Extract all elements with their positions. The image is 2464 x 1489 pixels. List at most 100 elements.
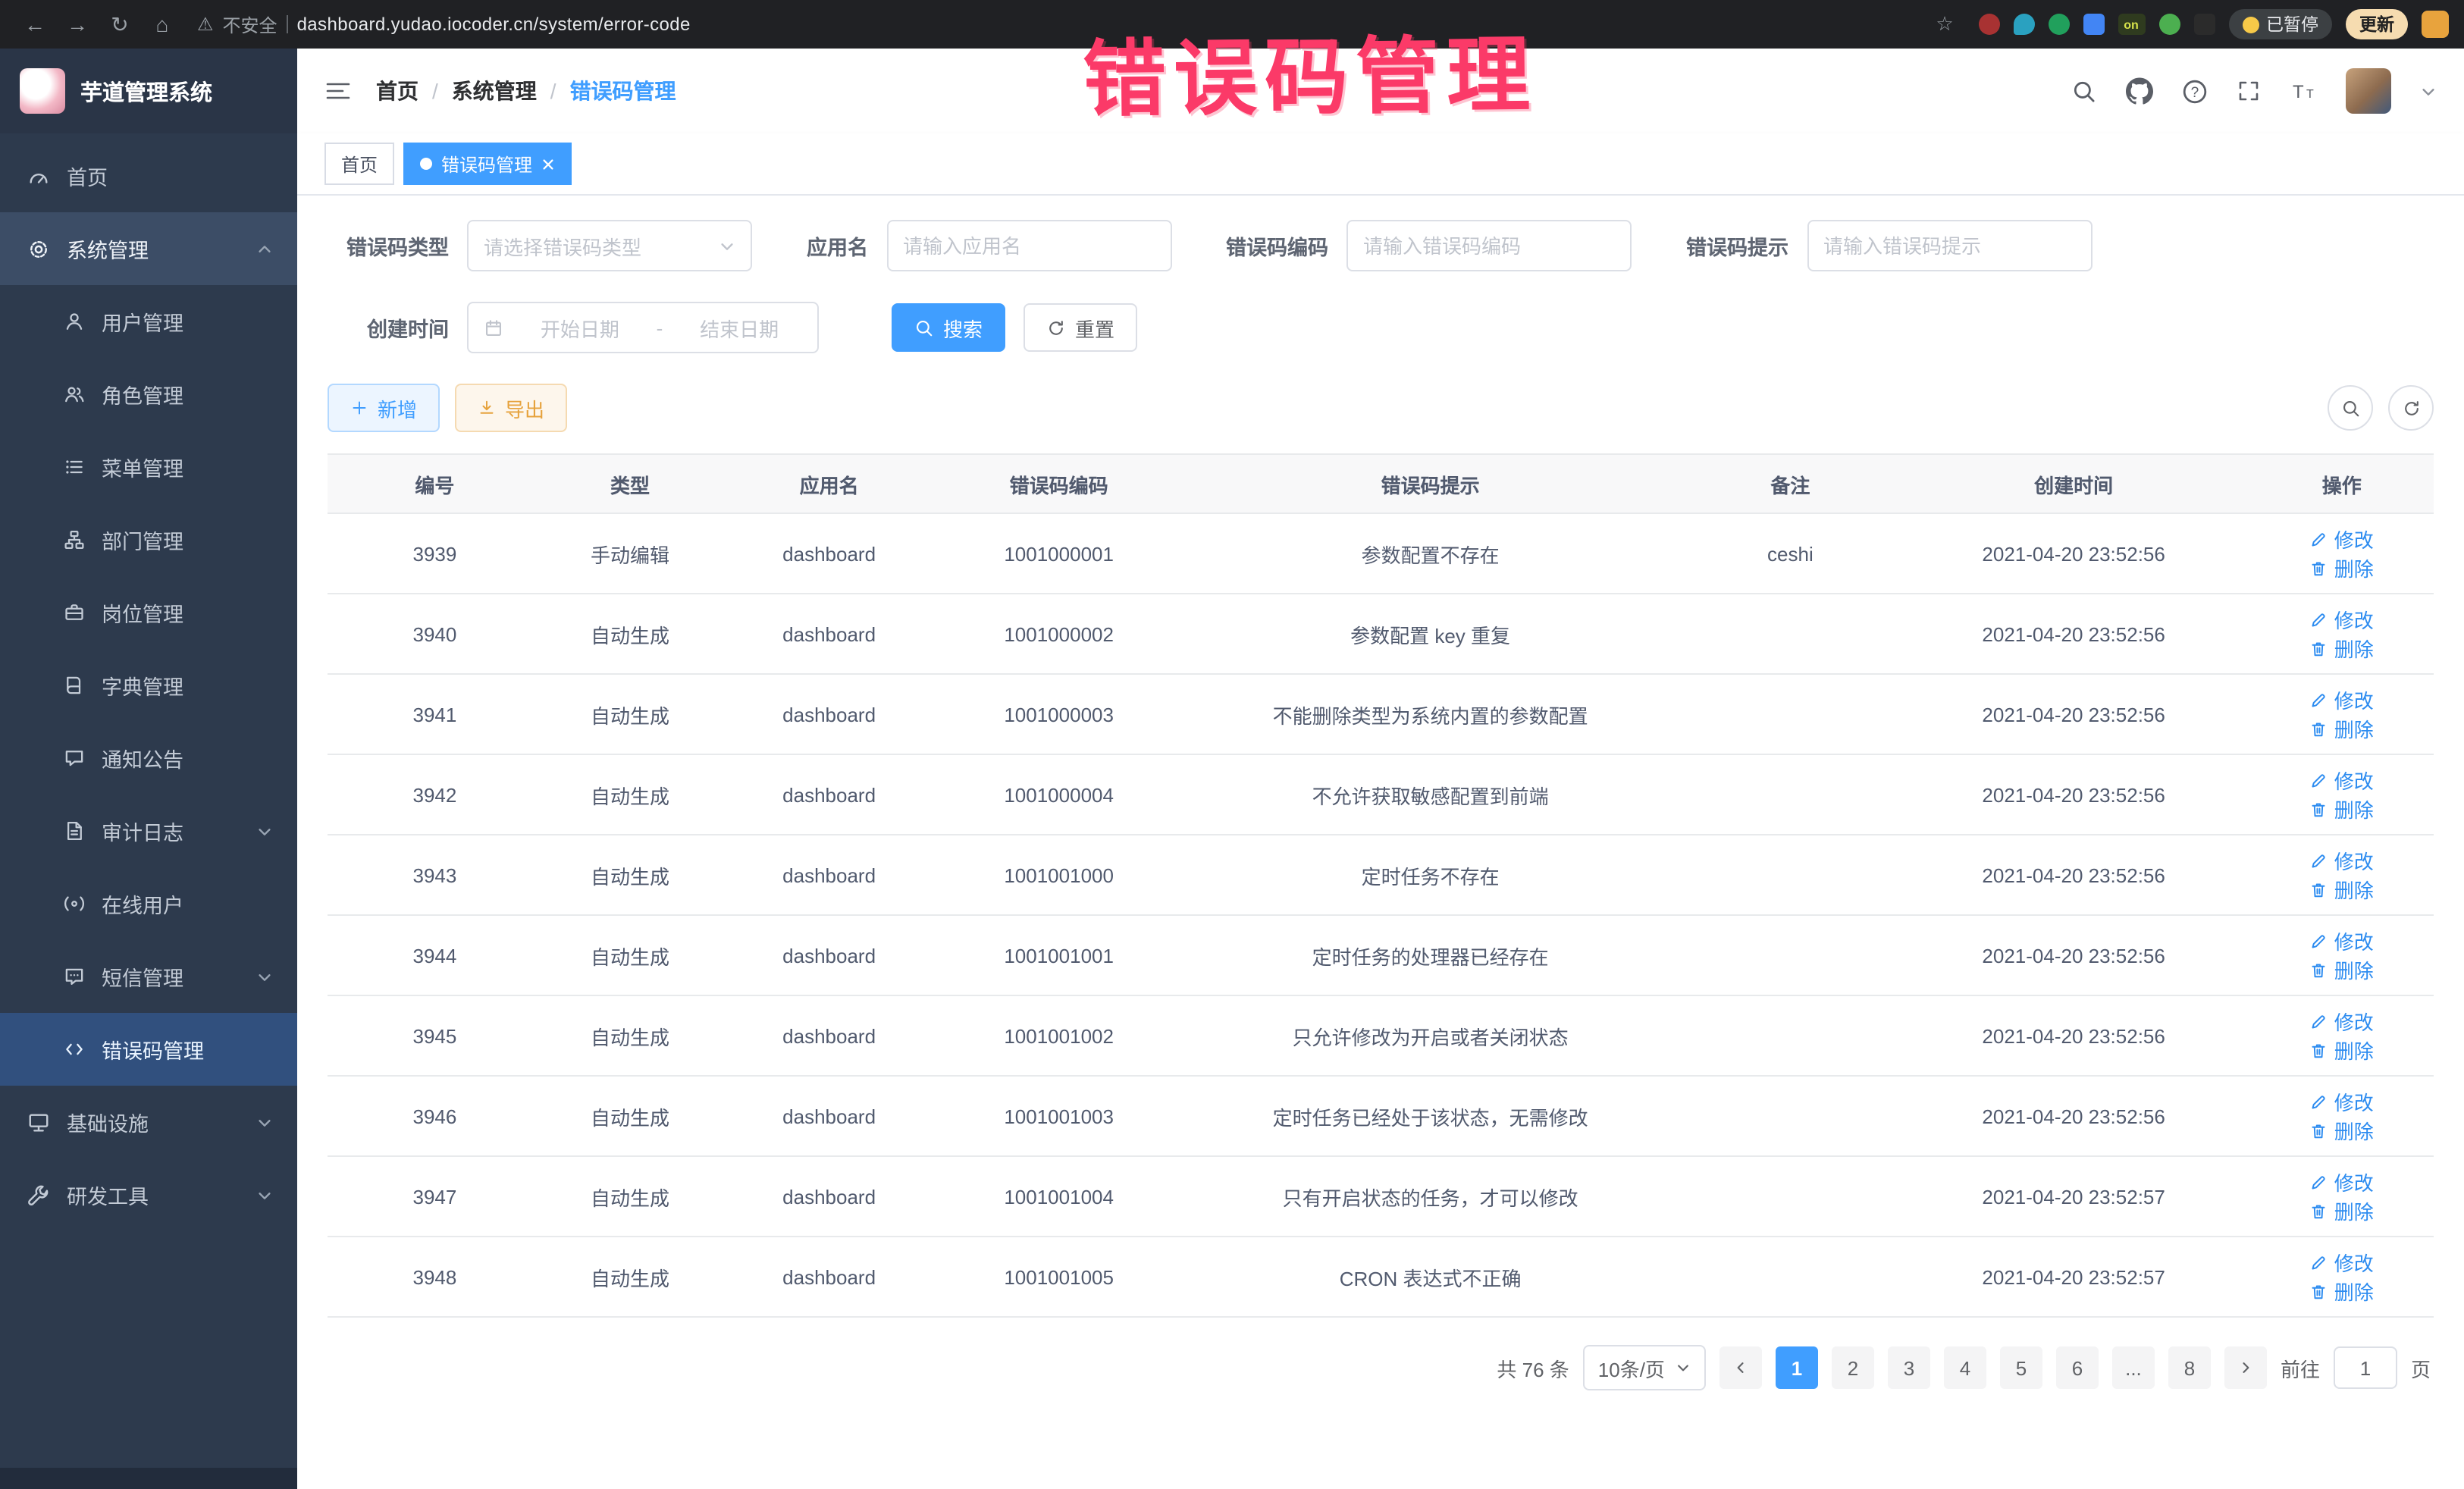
tab-home[interactable]: 首页 (324, 143, 394, 185)
add-button[interactable]: 新增 (328, 384, 440, 432)
extension-icon-2[interactable] (2013, 14, 2034, 35)
export-button[interactable]: 导出 (455, 384, 567, 432)
sidebar-item-dept-management[interactable]: 部门管理 (0, 503, 297, 576)
sidebar-collapse-bar[interactable] (0, 1468, 297, 1489)
forward-icon[interactable]: → (58, 12, 97, 36)
user-avatar[interactable] (2346, 68, 2391, 114)
extension-icon-3[interactable] (2048, 14, 2069, 35)
extension-icon-1[interactable] (1978, 14, 1999, 35)
sidebar-item-post-management[interactable]: 岗位管理 (0, 576, 297, 649)
close-icon[interactable] (541, 157, 555, 171)
app-logo[interactable]: 芋道管理系统 (0, 49, 297, 133)
address-bar[interactable]: ⚠ 不安全 dashboard.yudao.iocoder.cn/system/… (197, 11, 691, 37)
breadcrumb-system[interactable]: 系统管理 (432, 76, 537, 106)
page-button[interactable]: 8 (2168, 1346, 2211, 1389)
edit-link[interactable]: 修改 (2310, 1248, 2374, 1277)
sidebar-item-devtools[interactable]: 研发工具 (0, 1158, 297, 1231)
sidebar-item-system[interactable]: 系统管理 (0, 212, 297, 285)
error-hint-label: 错误码提示 (1686, 230, 1788, 261)
browser-home-icon[interactable]: ⌂ (143, 12, 182, 36)
github-icon[interactable] (2126, 77, 2153, 105)
help-icon[interactable]: ? (2182, 78, 2208, 104)
sidebar-item-role-management[interactable]: 角色管理 (0, 358, 297, 431)
edit-link[interactable]: 修改 (2310, 846, 2374, 875)
edit-link[interactable]: 修改 (2310, 1007, 2374, 1036)
server-icon (27, 1111, 50, 1133)
prev-page-button[interactable] (1719, 1346, 1762, 1389)
edit-link[interactable]: 修改 (2310, 766, 2374, 795)
search-icon[interactable] (2071, 78, 2097, 104)
page-button[interactable]: 4 (1944, 1346, 1986, 1389)
edit-link[interactable]: 修改 (2310, 525, 2374, 553)
delete-link[interactable]: 删除 (2310, 553, 2374, 582)
font-size-icon[interactable]: TT (2290, 79, 2317, 103)
error-type-select[interactable]: 请选择错误码类型 (467, 220, 752, 271)
chevron-down-icon (1676, 1360, 1691, 1375)
chevron-down-icon (719, 237, 735, 254)
delete-link[interactable]: 删除 (2310, 1036, 2374, 1064)
browser-profile-avatar[interactable] (2422, 11, 2449, 38)
edit-link[interactable]: 修改 (2310, 926, 2374, 955)
delete-link[interactable]: 删除 (2310, 1196, 2374, 1225)
sidebar-item-audit-log[interactable]: 审计日志 (0, 795, 297, 867)
sidebar-item-user-management[interactable]: 用户管理 (0, 285, 297, 358)
back-icon[interactable]: ← (15, 12, 55, 36)
error-code-input[interactable] (1346, 220, 1632, 271)
error-hint-input[interactable] (1807, 220, 2092, 271)
delete-link[interactable]: 删除 (2310, 714, 2374, 743)
show-search-button[interactable] (2328, 385, 2373, 431)
edit-icon (2310, 1173, 2328, 1191)
page-ellipsis[interactable]: ... (2112, 1346, 2155, 1389)
delete-link[interactable]: 删除 (2310, 795, 2374, 823)
page-button[interactable]: 1 (1776, 1346, 1818, 1389)
page-button[interactable]: 5 (2000, 1346, 2042, 1389)
edit-link[interactable]: 修改 (2310, 605, 2374, 634)
extension-puzzle-icon[interactable] (2193, 14, 2215, 35)
tab-error-code[interactable]: 错误码管理 (403, 143, 572, 185)
app-name-input[interactable] (886, 220, 1171, 271)
fullscreen-icon[interactable] (2237, 79, 2261, 103)
page-button[interactable]: 2 (1832, 1346, 1874, 1389)
sidebar-item-infra[interactable]: 基础设施 (0, 1086, 297, 1158)
breadcrumb-home[interactable]: 首页 (376, 76, 419, 106)
bookmark-star-icon[interactable]: ☆ (1925, 12, 1964, 36)
sidebar-item-menu-management[interactable]: 菜单管理 (0, 431, 297, 503)
page-button[interactable]: 3 (1888, 1346, 1930, 1389)
edit-link[interactable]: 修改 (2310, 685, 2374, 714)
page-size-select[interactable]: 10条/页 (1583, 1345, 1706, 1390)
sidebar-item-home[interactable]: 首页 (0, 139, 297, 212)
edit-icon (2310, 1012, 2328, 1030)
delete-link[interactable]: 删除 (2310, 875, 2374, 904)
reset-button[interactable]: 重置 (1024, 303, 1137, 352)
update-button[interactable]: 更新 (2346, 9, 2408, 39)
sidebar-item-notice[interactable]: 通知公告 (0, 722, 297, 795)
sidebar-item-error-code-management[interactable]: 错误码管理 (0, 1013, 297, 1086)
next-page-button[interactable] (2224, 1346, 2267, 1389)
edit-link[interactable]: 修改 (2310, 1087, 2374, 1116)
delete-link[interactable]: 删除 (2310, 955, 2374, 984)
sidebar-item-sms-management[interactable]: 短信管理 (0, 940, 297, 1013)
date-range-picker[interactable]: 开始日期 - 结束日期 (467, 302, 819, 353)
goto-page-input[interactable] (2334, 1346, 2397, 1389)
refresh-table-button[interactable] (2388, 385, 2434, 431)
chevron-down-icon (256, 823, 273, 839)
extension-icon-5[interactable] (2158, 14, 2180, 35)
edit-link[interactable]: 修改 (2310, 1168, 2374, 1196)
extension-on-badge[interactable]: on (2118, 14, 2145, 35)
delete-link[interactable]: 删除 (2310, 1116, 2374, 1145)
delete-link[interactable]: 删除 (2310, 634, 2374, 663)
extension-icon-4[interactable] (2083, 14, 2104, 35)
sidebar-item-online-users[interactable]: 在线用户 (0, 867, 297, 940)
chevron-down-icon[interactable] (2420, 83, 2437, 99)
page-button[interactable]: 6 (2056, 1346, 2099, 1389)
pagination: 共 76 条 10条/页 1 2 3 4 5 6 ... 8 (331, 1345, 2431, 1390)
reload-icon[interactable]: ↻ (100, 11, 140, 37)
search-button[interactable]: 搜索 (892, 303, 1005, 352)
sidebar-item-dict-management[interactable]: 字典管理 (0, 649, 297, 722)
svg-text:T: T (2293, 82, 2304, 102)
trash-icon (2310, 1041, 2328, 1059)
delete-link[interactable]: 删除 (2310, 1277, 2374, 1306)
paused-badge[interactable]: 已暂停 (2228, 9, 2332, 39)
hamburger-icon[interactable] (324, 79, 352, 103)
search-icon (914, 318, 934, 337)
